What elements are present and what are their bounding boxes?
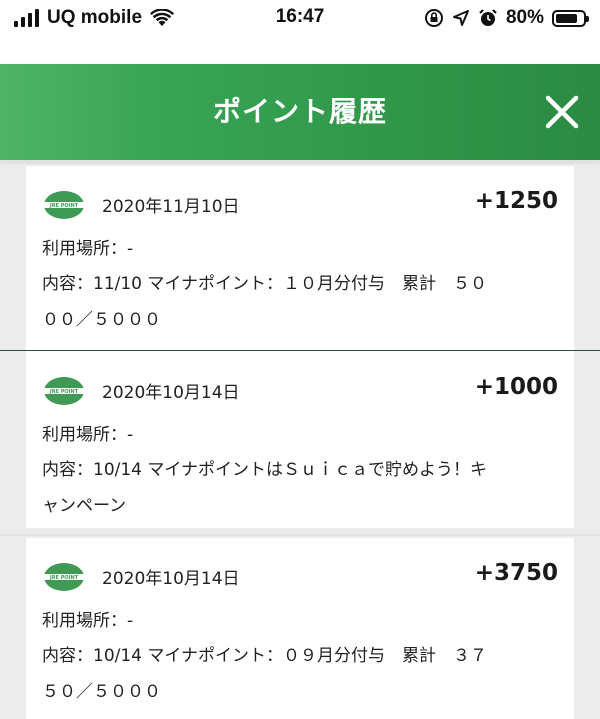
record-content-line1: 内容：10/14 マイナポイントはＳｕｉｃａで貯めよう！キ xyxy=(42,460,488,480)
battery-icon xyxy=(552,9,589,27)
jre-point-logo-icon: JRE POINT xyxy=(42,377,86,405)
record-date: 2020年11月10日 xyxy=(102,197,240,217)
point-history-list: JRE POINT 2020年11月10日 +1250 利用場所：- 内容：11… xyxy=(0,160,600,719)
status-right: 80% xyxy=(424,6,589,30)
record-divider xyxy=(0,534,600,536)
alarm-clock-icon xyxy=(479,9,497,26)
app-header: ポイント履歴 xyxy=(0,64,600,160)
record-place: 利用場所：- xyxy=(42,425,134,445)
battery-percentage: 80% xyxy=(505,7,544,28)
jre-point-logo-icon: JRE POINT xyxy=(42,563,86,591)
history-record-card: JRE POINT 2020年11月10日 +1250 利用場所：- 内容：11… xyxy=(26,166,574,352)
record-place: 利用場所：- xyxy=(42,239,134,259)
record-content-line1: 内容：11/10 マイナポイント：１０月分付与 累計 ５０ xyxy=(42,274,488,294)
battery-level-fill xyxy=(556,13,577,23)
svg-text:JRE POINT: JRE POINT xyxy=(49,203,79,209)
record-separator xyxy=(0,350,600,351)
header-divider xyxy=(0,160,600,162)
page-title: ポイント履歴 xyxy=(212,95,387,128)
record-place: 利用場所：- xyxy=(42,611,134,631)
history-record-card: JRE POINT 2020年10月14日 +1000 利用場所：- 内容：10… xyxy=(26,352,574,528)
close-icon[interactable] xyxy=(544,94,580,130)
status-bar: UQ mobile 16:47 80% xyxy=(0,0,600,64)
history-record-card: JRE POINT 2020年10月14日 +3750 利用場所：- 内容：10… xyxy=(26,538,574,719)
record-date: 2020年10月14日 xyxy=(102,383,240,403)
record-points: +1250 xyxy=(474,188,558,214)
record-date: 2020年10月14日 xyxy=(102,569,240,589)
record-content-line2: ５０／５０００ xyxy=(42,682,161,702)
jre-point-logo-icon: JRE POINT xyxy=(42,191,86,219)
record-content-line2: ００／５０００ xyxy=(42,310,161,330)
record-content-line2: ャンペーン xyxy=(42,496,127,516)
record-points: +3750 xyxy=(474,560,558,586)
orientation-lock-icon xyxy=(424,9,443,27)
svg-text:JRE POINT: JRE POINT xyxy=(49,575,79,581)
record-content-line1: 内容：10/14 マイナポイント：０９月分付与 累計 ３７ xyxy=(42,646,488,666)
location-arrow-icon xyxy=(452,10,469,26)
svg-text:JRE POINT: JRE POINT xyxy=(49,389,79,395)
record-points: +1000 xyxy=(474,374,558,400)
